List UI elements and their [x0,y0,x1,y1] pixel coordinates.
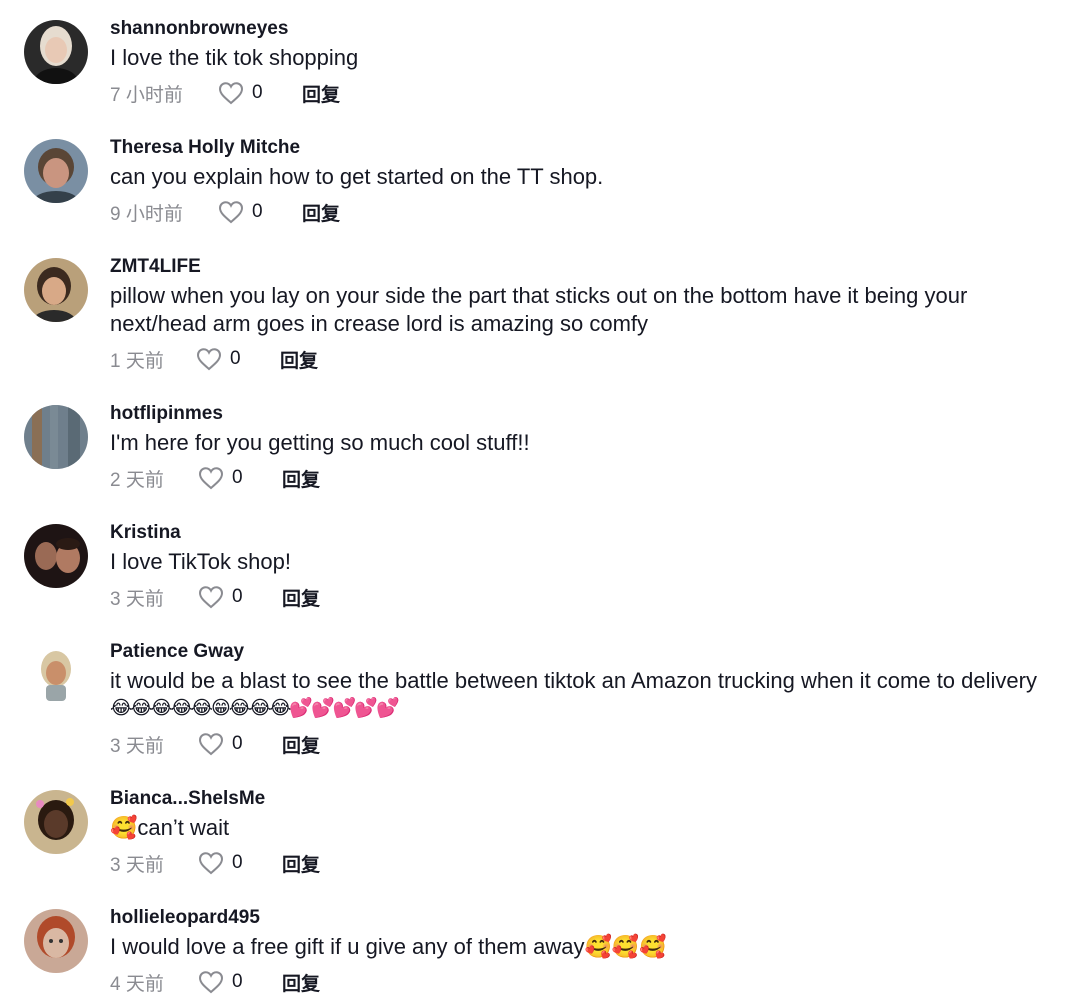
like-count: 0 [252,201,263,222]
timestamp: 3 天前 [110,735,164,757]
username[interactable]: Bianca...ShelsMe [110,788,1080,810]
comment-text: I'm here for you getting so much cool st… [110,430,530,455]
like-button[interactable]: 0 [198,466,244,490]
avatar[interactable] [24,524,88,588]
comment-text: can you explain how to get started on th… [110,164,604,189]
username[interactable]: Theresa Holly Mitche [110,137,1080,159]
like-count: 0 [232,586,243,607]
timestamp: 7 小时前 [110,84,183,106]
reply-button[interactable]: 回复 [302,80,340,107]
like-button[interactable]: 0 [218,200,264,224]
comment-text-continued: 😂😂😂😂😂😁😂😂😂💕💕💕💕💕 [110,698,400,719]
avatar[interactable] [24,790,88,854]
comment-text: I love TikTok shop! [110,549,291,574]
comment-text: 🥰can’t wait [110,815,230,840]
like-button[interactable]: 0 [198,851,244,875]
like-count: 0 [232,971,243,992]
reply-button[interactable]: 回复 [282,850,320,877]
like-count: 0 [252,82,263,103]
like-button[interactable]: 0 [196,347,242,371]
heart-icon [218,82,244,105]
like-button[interactable]: 0 [218,81,264,105]
reply-button[interactable]: 回复 [282,969,320,996]
heart-icon [196,348,222,371]
heart-icon [198,586,224,609]
timestamp: 4 天前 [110,973,164,995]
like-count: 0 [232,467,243,488]
comment-text: it would be a blast to see the battle be… [110,668,1037,693]
like-button[interactable]: 0 [198,970,244,994]
comment-text: pillow when you lay on your side the par… [110,283,968,308]
comment-text: I love the tik tok shopping [110,45,359,70]
heart-icon [218,201,244,224]
comment-text: I would love a free gift if u give any o… [110,934,667,959]
like-count: 0 [232,852,243,873]
like-count: 0 [232,733,243,754]
reply-button[interactable]: 回复 [282,465,320,492]
timestamp: 9 小时前 [110,203,183,225]
timestamp: 3 天前 [110,854,164,876]
like-count: 0 [230,348,241,369]
comment-list: shannonbrowneyes I love the tik tok shop… [0,0,1080,1004]
reply-button[interactable]: 回复 [282,584,320,611]
avatar[interactable] [24,139,88,203]
like-button[interactable]: 0 [198,732,244,756]
avatar[interactable] [24,909,88,973]
username[interactable]: ZMT4LIFE [110,256,1080,278]
reply-button[interactable]: 回复 [282,731,320,758]
avatar[interactable] [24,405,88,469]
heart-icon [198,852,224,875]
username[interactable]: Kristina [110,522,1080,544]
comment-text-continued: next/head arm goes in crease lord is ama… [110,311,649,336]
avatar[interactable] [24,20,88,84]
timestamp: 2 天前 [110,469,164,491]
timestamp: 3 天前 [110,588,164,610]
username[interactable]: shannonbrowneyes [110,18,1080,40]
reply-button[interactable]: 回复 [280,346,318,373]
username[interactable]: Patience Gway [110,641,1080,663]
avatar[interactable] [24,643,88,707]
heart-icon [198,467,224,490]
like-button[interactable]: 0 [198,585,244,609]
username[interactable]: hotflipinmes [110,403,1080,425]
heart-icon [198,971,224,994]
reply-button[interactable]: 回复 [302,199,340,226]
heart-icon [198,733,224,756]
timestamp: 1 天前 [110,350,164,372]
avatar[interactable] [24,258,88,322]
username[interactable]: hollieleopard495 [110,907,1080,929]
